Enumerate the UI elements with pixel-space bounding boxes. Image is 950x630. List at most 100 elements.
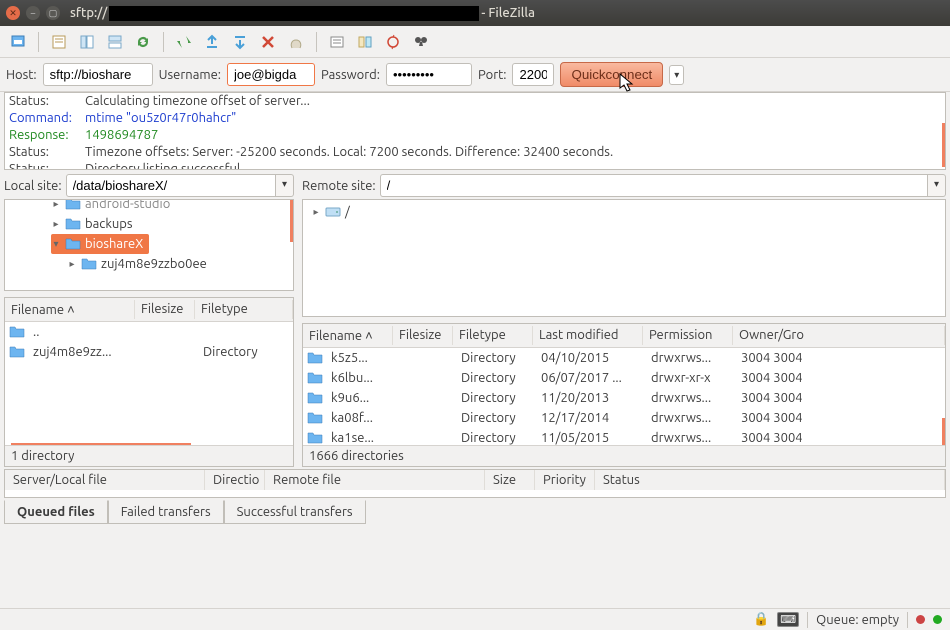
- queue-col-server[interactable]: Server/Local file: [5, 470, 205, 490]
- compare-button[interactable]: [353, 30, 377, 54]
- local-col-filesize[interactable]: Filesize: [135, 300, 195, 319]
- queue-body[interactable]: [4, 490, 946, 498]
- queue-col-size[interactable]: Size: [485, 470, 535, 490]
- tab-failed-transfers[interactable]: Failed transfers: [108, 500, 224, 524]
- expand-toggle-icon[interactable]: ▸: [67, 258, 77, 270]
- password-input[interactable]: [386, 63, 472, 86]
- refresh-button[interactable]: [131, 30, 155, 54]
- tree-label: android-studio: [85, 199, 170, 211]
- remote-col-filetype[interactable]: Filetype: [453, 326, 533, 345]
- local-site-input[interactable]: [66, 174, 276, 197]
- quickconnect-label: Quickconnect: [571, 67, 652, 82]
- disconnect-button[interactable]: [228, 30, 252, 54]
- queue-col-direction[interactable]: Directio: [205, 470, 265, 490]
- cancel-button[interactable]: [200, 30, 224, 54]
- remote-col-filesize[interactable]: Filesize: [393, 326, 453, 345]
- local-tree[interactable]: ▸ android-studio ▸ backups ▾ bioshareX ▸ zuj4m8…: [4, 199, 294, 291]
- title-suffix: - FileZilla: [481, 6, 535, 20]
- remote-col-owner[interactable]: Owner/Gro: [733, 326, 945, 345]
- quickconnect-bar: Host: Username: Password: Port: Quickcon…: [0, 58, 950, 92]
- tree-label: zuj4m8e9zzbo0ee: [101, 257, 207, 271]
- remote-tree[interactable]: ▸/: [302, 199, 946, 317]
- filter-button[interactable]: [325, 30, 349, 54]
- delete-button[interactable]: [284, 30, 308, 54]
- sort-asc-icon: ˄: [365, 329, 373, 343]
- list-item[interactable]: ka08f...Directory12/17/2014drwxrws...300…: [303, 408, 945, 428]
- reconnect-button[interactable]: [256, 30, 280, 54]
- sync-browse-button[interactable]: [381, 30, 405, 54]
- process-queue-button[interactable]: [172, 30, 196, 54]
- main-toolbar: [0, 26, 950, 58]
- log-row: Status:Timezone offsets: Server: -25200 …: [9, 144, 941, 161]
- window-title: sftp:// - FileZilla: [70, 6, 535, 21]
- window-maximize-button[interactable]: ▢: [46, 6, 60, 20]
- site-manager-button[interactable]: [6, 30, 30, 54]
- tree-item[interactable]: ▸ android-studio: [51, 199, 293, 214]
- list-item[interactable]: ka1se...Directory11/05/2015drwxrws...300…: [303, 428, 945, 445]
- tree-item[interactable]: ▸ backups: [51, 214, 293, 234]
- queue-col-remote[interactable]: Remote file: [265, 470, 485, 490]
- message-log[interactable]: Status:Calculating timezone offset of se…: [4, 92, 946, 170]
- tree-label: backups: [85, 217, 133, 231]
- remote-site-label: Remote site:: [302, 179, 376, 193]
- remote-col-permission[interactable]: Permission: [643, 326, 733, 345]
- remote-file-list[interactable]: Filename ˄ Filesize Filetype Last modifi…: [302, 323, 946, 467]
- queue-col-status[interactable]: Status: [595, 470, 945, 490]
- local-tree-scrollbar[interactable]: [290, 200, 293, 242]
- list-item[interactable]: k9u6...Directory11/20/2013drwxrws...3004…: [303, 388, 945, 408]
- local-col-filetype[interactable]: Filetype: [195, 300, 293, 319]
- keyboard-icon: ⌨: [777, 612, 799, 627]
- tree-item[interactable]: ▸/: [311, 202, 945, 222]
- quickconnect-history-dropdown[interactable]: ▾: [669, 65, 684, 85]
- port-label: Port:: [478, 68, 506, 82]
- log-row: Response:1498694787: [9, 127, 941, 144]
- window-minimize-button[interactable]: –: [26, 6, 40, 20]
- remote-col-modified[interactable]: Last modified: [533, 326, 643, 345]
- remote-list-scrollbar[interactable]: [942, 418, 945, 445]
- toggle-queue-button[interactable]: [103, 30, 127, 54]
- username-label: Username:: [159, 68, 221, 82]
- local-col-filename[interactable]: Filename ˄: [5, 300, 135, 319]
- log-row: Command:mtime "ou5z0r47r0hahcr": [9, 110, 941, 127]
- local-file-list[interactable]: Filename ˄ Filesize Filetype ..zuj4m8e9z…: [4, 297, 294, 467]
- username-input[interactable]: [227, 63, 315, 86]
- list-item[interactable]: k5z5...Directory04/10/2015drwxrws...3004…: [303, 348, 945, 368]
- expand-toggle-icon[interactable]: ▸: [51, 218, 61, 230]
- remote-site-dropdown[interactable]: ▾: [928, 174, 946, 197]
- remote-site-input[interactable]: [380, 174, 928, 197]
- status-bar: 🔒 ⌨ Queue: empty: [0, 608, 950, 630]
- activity-led-2: [933, 615, 942, 624]
- tab-successful-transfers[interactable]: Successful transfers: [224, 500, 366, 524]
- tab-queued-files[interactable]: Queued files: [4, 500, 108, 524]
- list-item[interactable]: zuj4m8e9zz...Directory: [5, 342, 293, 362]
- window-close-button[interactable]: ✕: [6, 6, 20, 20]
- local-site-label: Local site:: [4, 179, 62, 193]
- tree-label: bioshareX: [85, 237, 143, 251]
- port-input[interactable]: [512, 63, 554, 86]
- host-input[interactable]: [43, 63, 153, 86]
- local-site-dropdown[interactable]: ▾: [276, 174, 294, 197]
- list-item[interactable]: k6lbu...Directory06/07/2017 ...drwxr-xr-…: [303, 368, 945, 388]
- expand-toggle-icon[interactable]: ▾: [51, 238, 61, 250]
- tree-item[interactable]: ▾ bioshareX: [51, 234, 149, 254]
- log-row: Status:Directory listing successful: [9, 161, 941, 170]
- search-button[interactable]: [409, 30, 433, 54]
- quickconnect-button[interactable]: Quickconnect: [560, 62, 663, 87]
- local-list-scroll-h[interactable]: [11, 443, 191, 445]
- expand-toggle-icon[interactable]: ▸: [51, 199, 61, 210]
- toggle-log-button[interactable]: [47, 30, 71, 54]
- toggle-tree-button[interactable]: [75, 30, 99, 54]
- queue-col-priority[interactable]: Priority: [535, 470, 595, 490]
- queue-tabs: Queued files Failed transfers Successful…: [4, 500, 946, 524]
- list-item[interactable]: ..: [5, 322, 293, 342]
- expand-toggle-icon[interactable]: ▸: [311, 206, 321, 218]
- log-row: Status:Calculating timezone offset of se…: [9, 93, 941, 110]
- local-status: 1 directory: [5, 445, 293, 466]
- tree-item[interactable]: ▸ zuj4m8e9zzbo0ee: [67, 254, 293, 274]
- remote-col-filename[interactable]: Filename ˄: [303, 326, 393, 345]
- title-prefix: sftp://: [70, 6, 107, 20]
- password-label: Password:: [321, 68, 380, 82]
- log-scrollbar[interactable]: [942, 123, 945, 167]
- activity-led-1: [916, 615, 925, 624]
- lock-icon: 🔒: [753, 612, 769, 627]
